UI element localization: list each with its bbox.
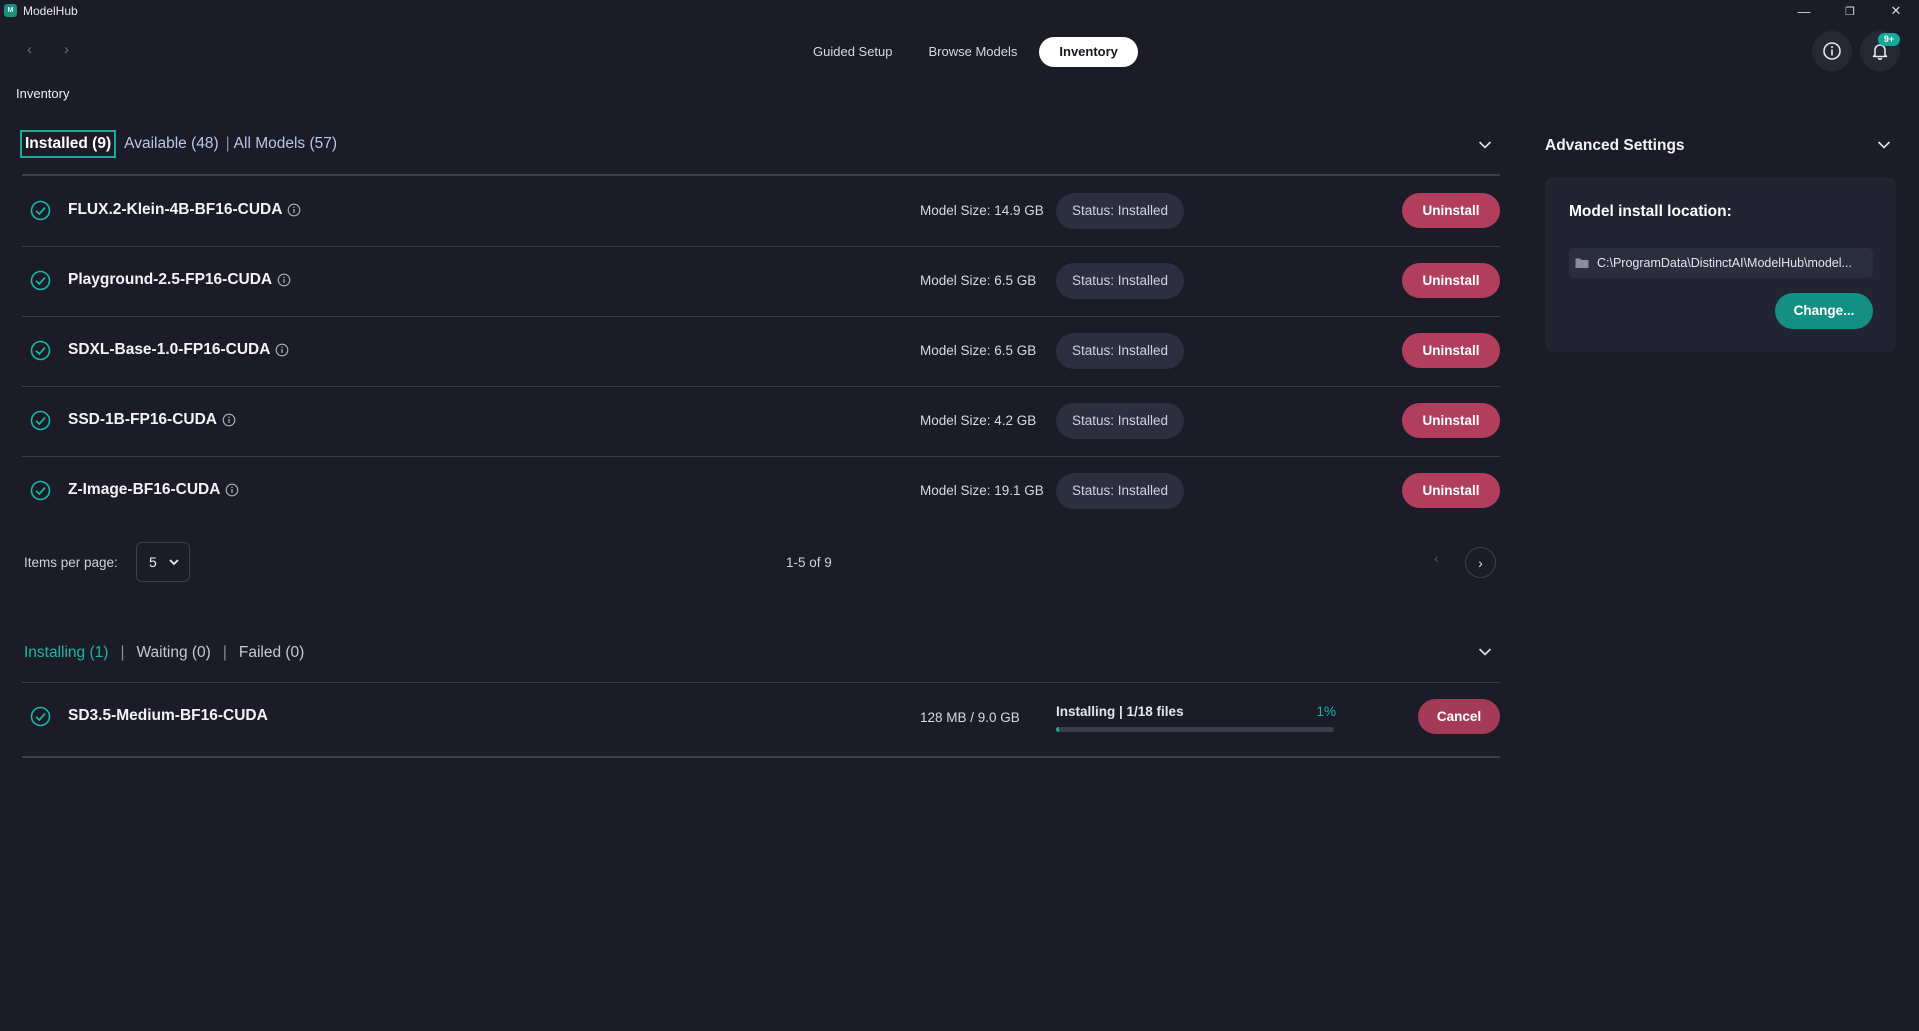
status-badge: Status: Installed [1056, 333, 1185, 369]
installed-check-icon [30, 480, 51, 501]
tab-separator: | [120, 644, 125, 661]
installed-check-icon [30, 200, 51, 221]
uninstall-button[interactable]: Uninstall [1402, 403, 1500, 438]
model-info-icon[interactable] [277, 273, 291, 287]
installed-check-icon [30, 340, 51, 361]
restore-button[interactable]: ❐ [1827, 0, 1873, 22]
tab-available[interactable]: Available (48) [121, 132, 222, 156]
info-icon [1823, 42, 1841, 60]
model-row: SDXL-Base-1.0-FP16-CUDA Model Size: 6.5 … [22, 316, 1500, 386]
model-name: SSD-1B-FP16-CUDA [68, 411, 217, 428]
check-circle-icon [30, 706, 51, 727]
info-button[interactable] [1812, 31, 1852, 71]
model-size: Model Size: 14.9 GB [920, 203, 1044, 218]
uninstall-button[interactable]: Uninstall [1402, 333, 1500, 368]
install-queue-tabs: Installing (1) | Waiting (0) | Failed (0… [24, 644, 304, 662]
page-title: Inventory [16, 86, 70, 101]
advanced-settings-title: Advanced Settings [1545, 137, 1685, 154]
tab-waiting[interactable]: Waiting (0) [136, 644, 210, 662]
forward-button[interactable]: › [64, 41, 69, 58]
collapse-queue-chevron-icon[interactable] [1478, 645, 1492, 659]
model-row: FLUX.2-Klein-4B-BF16-CUDA Model Size: 14… [22, 176, 1500, 246]
items-per-page-select[interactable]: 5 [136, 542, 190, 582]
model-info-icon[interactable] [225, 483, 239, 497]
pagination-range: 1-5 of 9 [786, 555, 832, 570]
model-name: Z-Image-BF16-CUDA [68, 481, 221, 498]
install-path-value: C:\ProgramData\DistinctAI\ModelHub\model… [1597, 256, 1852, 270]
model-name: Playground-2.5-FP16-CUDA [68, 271, 273, 288]
tab-separator: | [222, 644, 227, 661]
inventory-filter-tabs: Installed (9) Available (48) | All Model… [20, 130, 340, 158]
folder-icon [1575, 258, 1589, 268]
model-name: SD3.5-Medium-BF16-CUDA [68, 707, 268, 724]
tab-failed[interactable]: Failed (0) [239, 644, 304, 662]
tab-guided-setup[interactable]: Guided Setup [795, 37, 911, 67]
status-badge: Status: Installed [1056, 473, 1185, 509]
collapse-inventory-chevron-icon[interactable] [1478, 138, 1492, 152]
status-badge: Status: Installed [1056, 403, 1185, 439]
next-page-button[interactable]: › [1465, 547, 1496, 578]
app-logo-icon: M [4, 4, 17, 17]
progress-bar-fill [1056, 727, 1059, 732]
tab-browse-models[interactable]: Browse Models [911, 37, 1036, 67]
model-info-icon[interactable] [275, 343, 289, 357]
model-size: Model Size: 6.5 GB [920, 343, 1037, 358]
title-bar: M ModelHub — ❐ ✕ [0, 0, 1919, 22]
divider [22, 756, 1500, 758]
tab-installed[interactable]: Installed (9) [20, 130, 117, 158]
model-name: FLUX.2-Klein-4B-BF16-CUDA [68, 201, 283, 218]
uninstall-button[interactable]: Uninstall [1402, 193, 1500, 228]
status-badge: Status: Installed [1056, 263, 1185, 299]
model-row: Playground-2.5-FP16-CUDA Model Size: 6.5… [22, 246, 1500, 316]
notification-count-badge: 9+ [1878, 33, 1900, 46]
tab-inventory[interactable]: Inventory [1039, 37, 1138, 67]
back-button[interactable]: ‹ [27, 41, 32, 58]
cancel-button[interactable]: Cancel [1418, 699, 1500, 734]
items-per-page-label: Items per page: [24, 555, 118, 570]
download-size: 128 MB / 9.0 GB [920, 710, 1020, 725]
install-location-label: Model install location: [1569, 203, 1732, 220]
model-info-icon[interactable] [287, 203, 301, 217]
minimize-button[interactable]: — [1781, 0, 1827, 22]
progress-bar [1056, 727, 1334, 732]
tab-installing[interactable]: Installing (1) [24, 644, 108, 662]
items-per-page-value: 5 [149, 554, 157, 570]
app-title: ModelHub [23, 4, 78, 18]
installing-row: SD3.5-Medium-BF16-CUDA 128 MB / 9.0 GB I… [22, 683, 1500, 758]
uninstall-button[interactable]: Uninstall [1402, 473, 1500, 508]
model-name: SDXL-Base-1.0-FP16-CUDA [68, 341, 271, 358]
install-path-field: C:\ProgramData\DistinctAI\ModelHub\model… [1569, 248, 1873, 278]
install-location-card: Model install location: C:\ProgramData\D… [1545, 177, 1896, 352]
progress-label: Installing | 1/18 files [1056, 704, 1184, 719]
top-nav: Guided Setup Browse Models Inventory [795, 37, 1138, 67]
progress-percent: 1% [1316, 704, 1336, 719]
model-size: Model Size: 6.5 GB [920, 273, 1037, 288]
model-info-icon[interactable] [222, 413, 236, 427]
change-location-button[interactable]: Change... [1775, 293, 1873, 329]
close-button[interactable]: ✕ [1873, 0, 1919, 22]
chevron-down-icon [169, 559, 179, 566]
tab-separator: | [225, 135, 230, 152]
model-size: Model Size: 4.2 GB [920, 413, 1037, 428]
collapse-advanced-chevron-icon[interactable] [1877, 138, 1891, 152]
model-row: Z-Image-BF16-CUDA Model Size: 19.1 GB St… [22, 456, 1500, 526]
uninstall-button[interactable]: Uninstall [1402, 263, 1500, 298]
status-badge: Status: Installed [1056, 193, 1185, 229]
installed-check-icon [30, 410, 51, 431]
installed-check-icon [30, 270, 51, 291]
model-row: SSD-1B-FP16-CUDA Model Size: 4.2 GB Stat… [22, 386, 1500, 456]
previous-page-button[interactable]: ‹ [1434, 550, 1439, 566]
model-size: Model Size: 19.1 GB [920, 483, 1044, 498]
tab-all-models[interactable]: All Models (57) [234, 132, 340, 156]
